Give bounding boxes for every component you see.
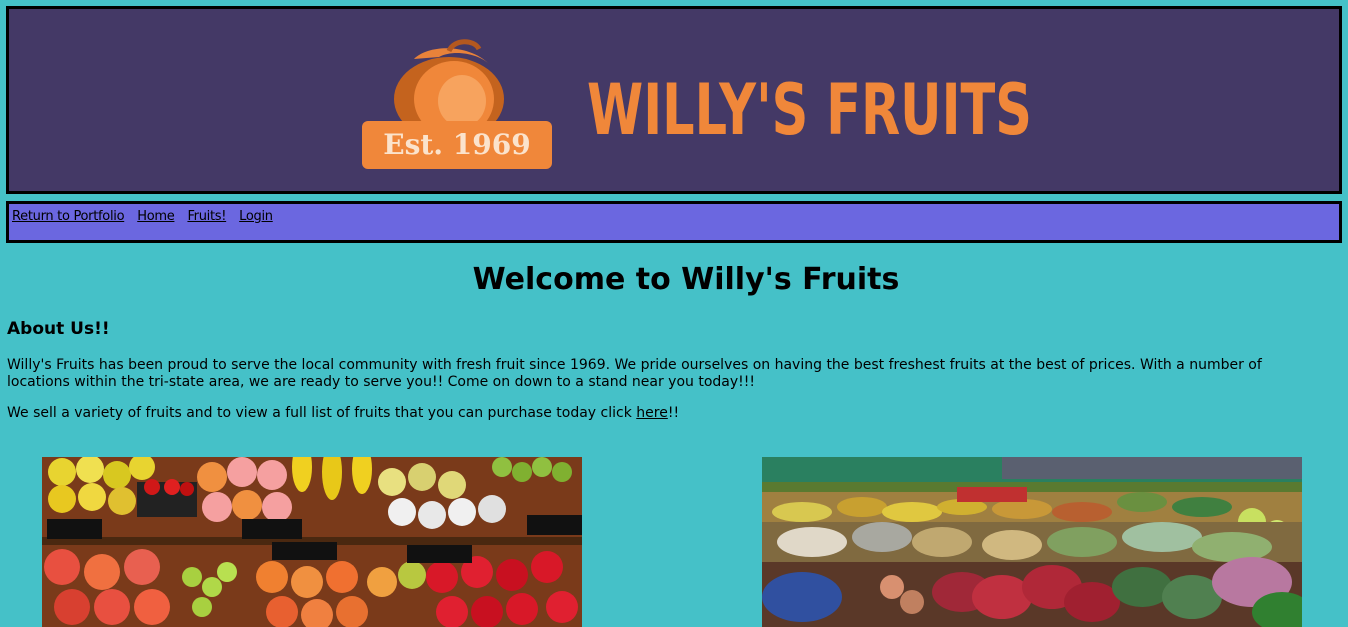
- here-link[interactable]: here: [636, 405, 668, 421]
- fruit-stand-photo: [42, 457, 582, 627]
- nav-login[interactable]: Login: [239, 209, 273, 224]
- nav-fruits[interactable]: Fruits!: [187, 209, 226, 224]
- nav-return-to-portfolio[interactable]: Return to Portfolio: [12, 209, 125, 224]
- fruit-list-text: We sell a variety of fruits and to view …: [7, 405, 680, 421]
- main-nav: Return to Portfolio Home Fruits! Login: [6, 201, 1342, 243]
- header-banner: Est. 1969 WILLY'S FRUITS: [6, 6, 1342, 194]
- svg-text:Est. 1969: Est. 1969: [383, 128, 530, 161]
- about-heading: About Us!!: [7, 319, 110, 339]
- svg-text:WILLY'S FRUITS: WILLY'S FRUITS: [587, 69, 1032, 151]
- about-text: Willy's Fruits has been proud to serve t…: [7, 357, 1262, 390]
- nav-home[interactable]: Home: [137, 209, 175, 224]
- page-title: Welcome to Willy's Fruits: [472, 262, 900, 297]
- willys-fruits-logo: Est. 1969 WILLY'S FRUITS: [362, 39, 1032, 169]
- market-stall-photo: [762, 457, 1302, 627]
